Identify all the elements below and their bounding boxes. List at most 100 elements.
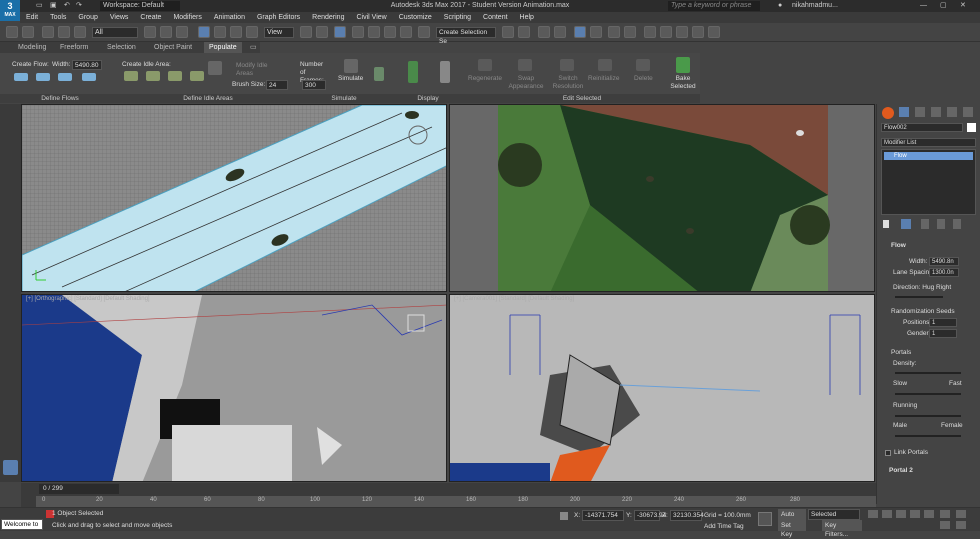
bind-space-warp-icon[interactable] (74, 26, 86, 38)
density-slider[interactable] (895, 372, 961, 374)
idle-area-free-icon[interactable] (146, 71, 160, 81)
reinitialize-button[interactable]: Reinitialize (588, 75, 619, 83)
app-logo[interactable]: 3 MAX (0, 0, 20, 21)
modifier-list-dropdown[interactable]: Modifier List (881, 138, 976, 147)
delete-icon[interactable] (636, 59, 650, 71)
tab-selection[interactable]: Selection (107, 42, 136, 53)
snaps-toggle-icon[interactable] (352, 26, 364, 38)
menu-scripting[interactable]: Scripting (438, 12, 477, 23)
menu-civil-view[interactable]: Civil View (350, 12, 392, 23)
modify-tab-icon[interactable] (899, 107, 909, 117)
previous-frame-icon[interactable] (882, 510, 892, 518)
redo-icon[interactable] (22, 26, 34, 38)
flow-width-input[interactable]: 5490.80 (72, 60, 102, 70)
rectangular-selection-icon[interactable] (176, 26, 188, 38)
unlink-icon[interactable] (58, 26, 70, 38)
zoom-extents-icon[interactable] (940, 510, 950, 518)
go-to-end-icon[interactable] (924, 510, 934, 518)
layer-explorer-icon[interactable] (554, 26, 566, 38)
key-filters-button[interactable]: Key Filters... (822, 520, 862, 538)
group-display[interactable]: Display (392, 94, 464, 103)
next-frame-icon[interactable] (910, 510, 920, 518)
idle-area-circle-icon[interactable] (168, 71, 182, 81)
tab-object-paint[interactable]: Object Paint (154, 42, 192, 53)
menu-customize[interactable]: Customize (393, 12, 438, 23)
menu-views[interactable]: Views (104, 12, 135, 23)
swap-appearance-button[interactable]: Swap Appearance (506, 75, 546, 91)
select-and-scale-icon[interactable] (230, 26, 242, 38)
speed-slider[interactable] (895, 393, 961, 395)
bake-selected-button[interactable]: Bake Selected (668, 75, 698, 91)
viewport-label[interactable]: [+] [Orthographic] [Standard] [Default S… (26, 296, 150, 302)
ribbon-toggle-icon[interactable] (574, 26, 586, 38)
set-key-icon[interactable] (758, 512, 772, 526)
mirror-icon[interactable] (502, 26, 514, 38)
schematic-view-icon[interactable] (608, 26, 620, 38)
select-and-move-icon[interactable] (198, 26, 210, 38)
delete-button[interactable]: Delete (634, 75, 653, 83)
viewport-top-left[interactable] (21, 104, 447, 292)
flow-rollout-header[interactable]: Flow (891, 242, 906, 250)
ribbon-options-icon[interactable]: ▭ (250, 42, 257, 53)
select-object-icon[interactable] (144, 26, 156, 38)
select-by-name-icon[interactable] (160, 26, 172, 38)
utilities-tab-icon[interactable] (963, 107, 973, 117)
idle-area-paint-icon[interactable] (190, 71, 204, 81)
menu-tools[interactable]: Tools (44, 12, 72, 23)
orbit-icon[interactable] (940, 521, 950, 529)
idle-area-icon[interactable] (124, 71, 138, 81)
auto-key-button[interactable]: Auto Key (778, 509, 806, 527)
time-slider[interactable]: 0 / 299 (39, 484, 119, 494)
named-selection-dropdown[interactable]: Create Selection Se (436, 27, 496, 45)
set-key-button[interactable]: Set Key (778, 520, 806, 538)
lock-selection-icon[interactable] (560, 512, 568, 520)
viewport-layout-icon[interactable] (3, 460, 18, 475)
create-flow-icon[interactable] (14, 73, 28, 81)
viewport-bottom-left[interactable]: [+] [Orthographic] [Standard] [Default S… (21, 294, 447, 482)
create-tab-icon[interactable] (882, 107, 894, 119)
remove-modifier-icon[interactable] (937, 219, 945, 229)
portal-2-rollout[interactable]: Portal 2 (889, 467, 913, 475)
save-icon[interactable]: ▣ (50, 1, 60, 11)
display-figure-icon[interactable] (408, 61, 418, 83)
running-slider[interactable] (895, 415, 961, 417)
align-icon[interactable] (518, 26, 530, 38)
percent-snap-icon[interactable] (384, 26, 396, 38)
select-and-place-icon[interactable] (246, 26, 258, 38)
group-define-flows[interactable]: Define Flows (0, 94, 120, 103)
link-icon[interactable] (42, 26, 54, 38)
spinner-snap-icon[interactable] (400, 26, 412, 38)
curve-editor-icon[interactable] (590, 26, 602, 38)
menu-animation[interactable]: Animation (208, 12, 251, 23)
menu-group[interactable]: Group (72, 12, 103, 23)
pivot-point-icon[interactable] (300, 26, 312, 38)
display-ghost-icon[interactable] (440, 61, 450, 83)
switch-resolution-icon[interactable] (560, 59, 574, 71)
maximize-viewport-icon[interactable] (956, 521, 966, 529)
width-input[interactable]: 5490.8n (929, 257, 959, 266)
close-icon[interactable]: ✕ (960, 1, 972, 11)
undo-icon[interactable] (6, 26, 18, 38)
link-portals-checkbox[interactable] (885, 450, 891, 456)
maxscript-listener[interactable]: Welcome to (1, 519, 43, 530)
switch-resolution-button[interactable]: Switch Resolution (548, 75, 588, 91)
modify-idle-icon[interactable] (208, 61, 222, 75)
y-coord-input[interactable]: -30673.94 (634, 510, 666, 521)
flow-add-icon[interactable] (82, 73, 96, 81)
pin-stack-icon[interactable] (883, 220, 889, 228)
display-tab-icon[interactable] (947, 107, 957, 117)
menu-create[interactable]: Create (134, 12, 167, 23)
go-to-start-icon[interactable] (868, 510, 878, 518)
menu-graph-editors[interactable]: Graph Editors (251, 12, 306, 23)
show-end-result-icon[interactable] (901, 219, 911, 229)
brush-size-input[interactable]: 24 (266, 80, 288, 90)
gender-input[interactable]: 1 (929, 329, 957, 338)
viewport-bottom-right[interactable]: [+] [Camera001] [Standard] [Default Shad… (449, 294, 875, 482)
minimize-icon[interactable]: — (920, 1, 932, 11)
rendered-frame-window-icon[interactable] (660, 26, 672, 38)
material-editor-icon[interactable] (624, 26, 636, 38)
menu-modifiers[interactable]: Modifiers (167, 12, 207, 23)
open-icon[interactable]: ▭ (36, 1, 46, 11)
configure-sets-icon[interactable] (953, 219, 961, 229)
x-coord-input[interactable]: -14371.754 (582, 510, 624, 521)
